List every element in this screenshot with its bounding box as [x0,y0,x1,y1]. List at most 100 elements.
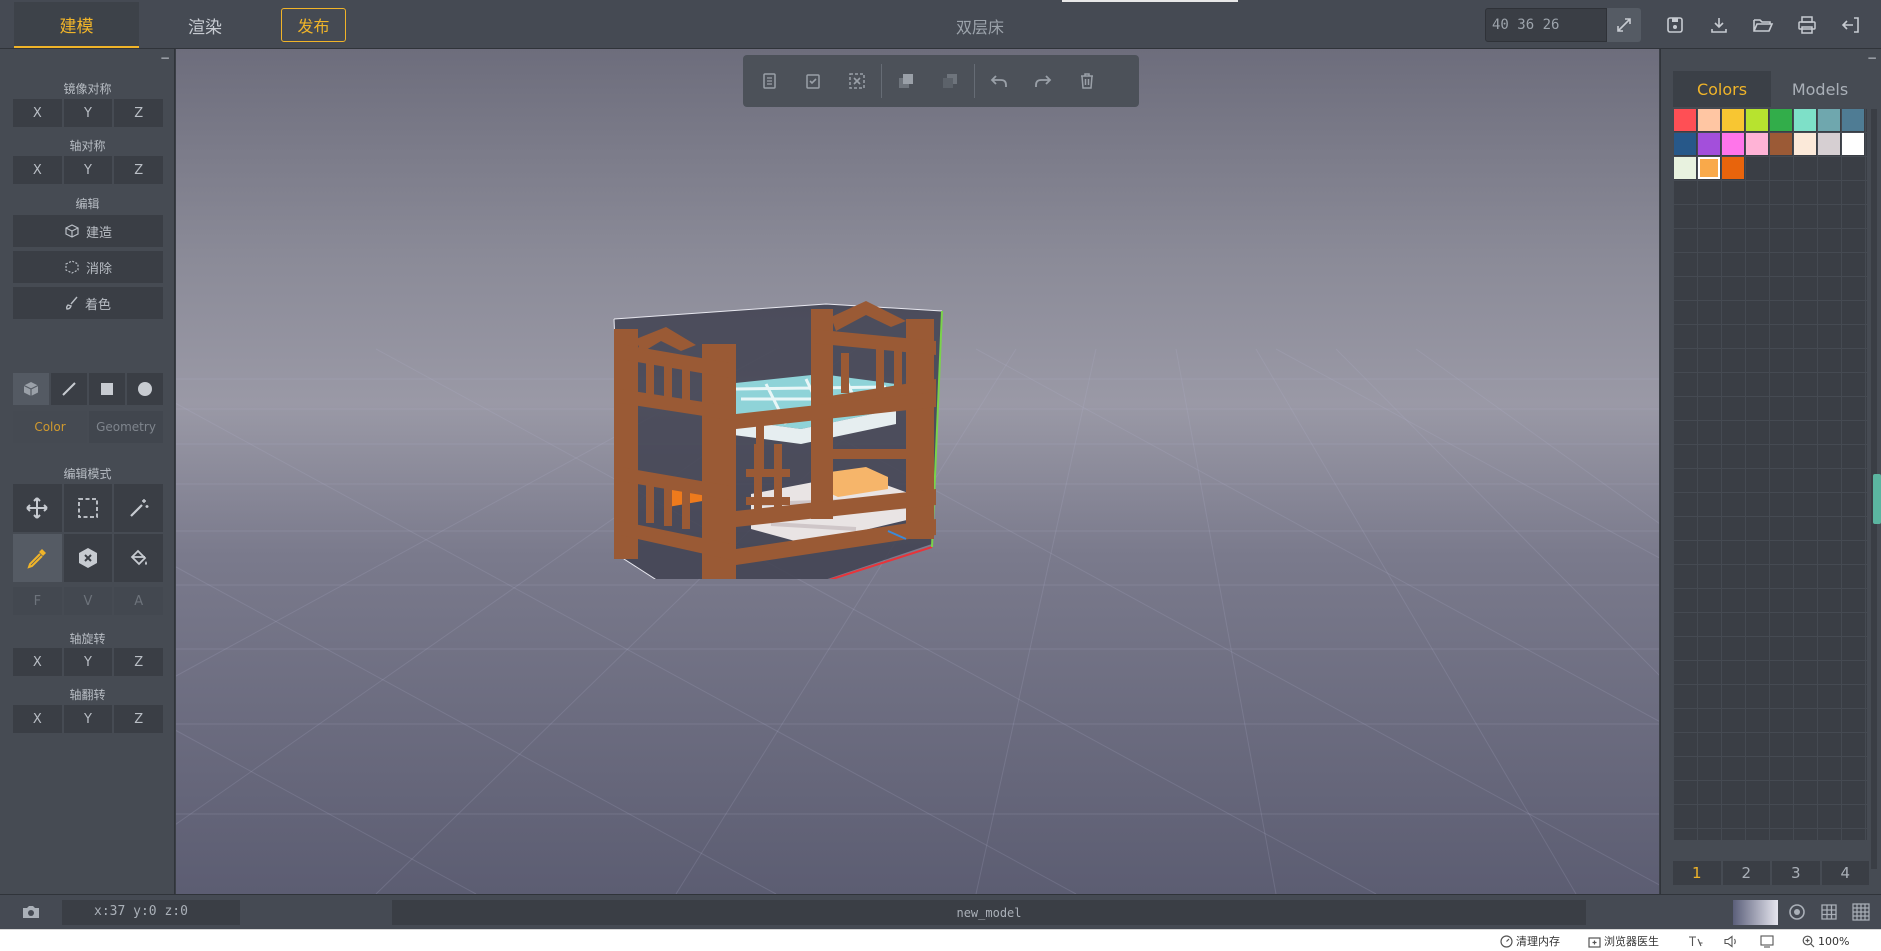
mirror-y-button[interactable]: Y [63,99,113,127]
shape-rect-button[interactable] [89,373,125,405]
zoom-control[interactable]: 100% [1802,933,1849,949]
color-swatch[interactable] [1698,133,1720,155]
vertex-mode-button[interactable]: V [63,587,113,615]
deselect-button[interactable] [835,55,879,107]
palette-page-4[interactable]: 4 [1821,861,1869,885]
print-button[interactable] [1794,12,1820,38]
redo-button[interactable] [1021,55,1065,107]
model-name-field[interactable]: new_model [392,900,1586,925]
face-mode-button[interactable]: F [13,587,62,615]
color-palette[interactable] [1673,108,1867,840]
collapse-left-panel-button[interactable]: − [158,51,172,65]
collapse-right-panel-button[interactable]: − [1865,51,1879,65]
bring-front-button[interactable] [884,55,928,107]
model-size-input[interactable]: 40 36 26 [1485,8,1607,42]
shape-line-button[interactable] [51,373,87,405]
square-icon [101,383,113,395]
palette-page-1[interactable]: 1 [1673,861,1721,885]
erase-button[interactable]: 消除 [13,251,163,283]
tab-models[interactable]: Models [1771,71,1869,107]
magic-wand-tool-button[interactable] [114,484,163,532]
undo-button[interactable] [977,55,1021,107]
tab-color[interactable]: Color [13,411,87,443]
rotate-x-button[interactable]: X [13,648,62,676]
color-swatch[interactable] [1698,157,1720,179]
copy-icon [763,73,776,89]
color-swatch[interactable] [1794,109,1816,131]
color-swatch[interactable] [1674,157,1696,179]
select-tool-button[interactable] [63,484,113,532]
flip-y-button[interactable]: Y [63,705,113,733]
color-swatch[interactable] [1722,157,1744,179]
layers-back-icon [943,74,957,88]
color-swatch[interactable] [1770,133,1792,155]
zoom-level: 100% [1818,934,1850,948]
rotate-z-button[interactable]: Z [114,648,164,676]
tab-colors[interactable]: Colors [1673,71,1771,107]
build-button[interactable]: 建造 [13,215,163,247]
shape-voxel-button[interactable] [13,373,49,405]
color-swatch[interactable] [1674,133,1696,155]
palette-pages: 1 2 3 4 [1673,861,1869,885]
sound-button[interactable] [1724,933,1739,949]
delete-button[interactable] [1065,55,1109,107]
flip-z-button[interactable]: Z [114,705,164,733]
clear-memory-button[interactable]: 清理内存 [1500,933,1560,949]
palette-page-3[interactable]: 3 [1772,861,1820,885]
color-swatch[interactable] [1722,133,1744,155]
background-gradient-swatch[interactable] [1733,900,1778,925]
color-swatch[interactable] [1674,109,1696,131]
mirror-z-button[interactable]: Z [114,99,164,127]
color-swatch[interactable] [1698,109,1720,131]
mirror-x-button[interactable]: X [13,99,62,127]
publish-button[interactable]: 发布 [281,8,346,42]
loading-progress [1062,0,1238,2]
flip-x-button[interactable]: X [13,705,62,733]
open-folder-button[interactable] [1750,12,1776,38]
color-swatch[interactable] [1842,109,1864,131]
translate-button[interactable] [1688,933,1704,949]
shape-circle-button[interactable] [127,373,163,405]
axis-sym-x-button[interactable]: X [13,156,62,184]
color-swatch[interactable] [1794,133,1816,155]
color-swatch[interactable] [1746,133,1768,155]
exit-button[interactable] [1838,12,1864,38]
browser-doctor-button[interactable]: 浏览器医生 [1588,933,1659,949]
download-button[interactable] [1706,12,1732,38]
color-swatch[interactable] [1818,109,1840,131]
fva-buttons: F V A [13,587,164,615]
color-swatch[interactable] [1722,109,1744,131]
save-button[interactable] [1662,12,1688,38]
color-swatch[interactable] [1842,133,1864,155]
toggle-grid-button[interactable] [1818,901,1840,923]
color-swatch[interactable] [1746,109,1768,131]
toggle-ground-button[interactable] [1850,901,1872,923]
move-tool-button[interactable] [13,484,62,532]
paint-button[interactable]: 着色 [13,287,163,319]
3d-viewport[interactable] [176,49,1659,894]
reset-view-button[interactable] [1786,901,1808,923]
copy-button[interactable] [747,55,791,107]
axis-sym-z-button[interactable]: Z [114,156,164,184]
all-mode-button[interactable]: A [114,587,164,615]
download-manager-button[interactable] [1760,933,1774,949]
send-back-button[interactable] [928,55,972,107]
bunk-bed-model[interactable] [606,249,956,579]
tab-geometry[interactable]: Geometry [89,411,163,443]
screenshot-button[interactable] [20,901,42,923]
delete-tool-button[interactable] [63,534,113,582]
tab-render[interactable]: 渲染 [145,2,265,48]
palette-page-2[interactable]: 2 [1722,861,1770,885]
color-swatch[interactable] [1770,109,1792,131]
palette-scroll-thumb[interactable] [1873,474,1881,524]
paste-button[interactable] [791,55,835,107]
fill-tool-button[interactable] [114,534,163,582]
tab-modeling[interactable]: 建模 [14,2,139,48]
resize-button[interactable] [1607,8,1641,42]
rotate-y-button[interactable]: Y [63,648,113,676]
eyedropper-tool-button[interactable] [13,534,62,582]
axis-sym-y-button[interactable]: Y [63,156,113,184]
left-tool-panel: − 镜像对称 X Y Z 轴对称 X Y Z 编辑 建造 消除 着色 Color… [0,49,175,894]
magic-wand-icon [129,499,149,517]
color-swatch[interactable] [1818,133,1840,155]
